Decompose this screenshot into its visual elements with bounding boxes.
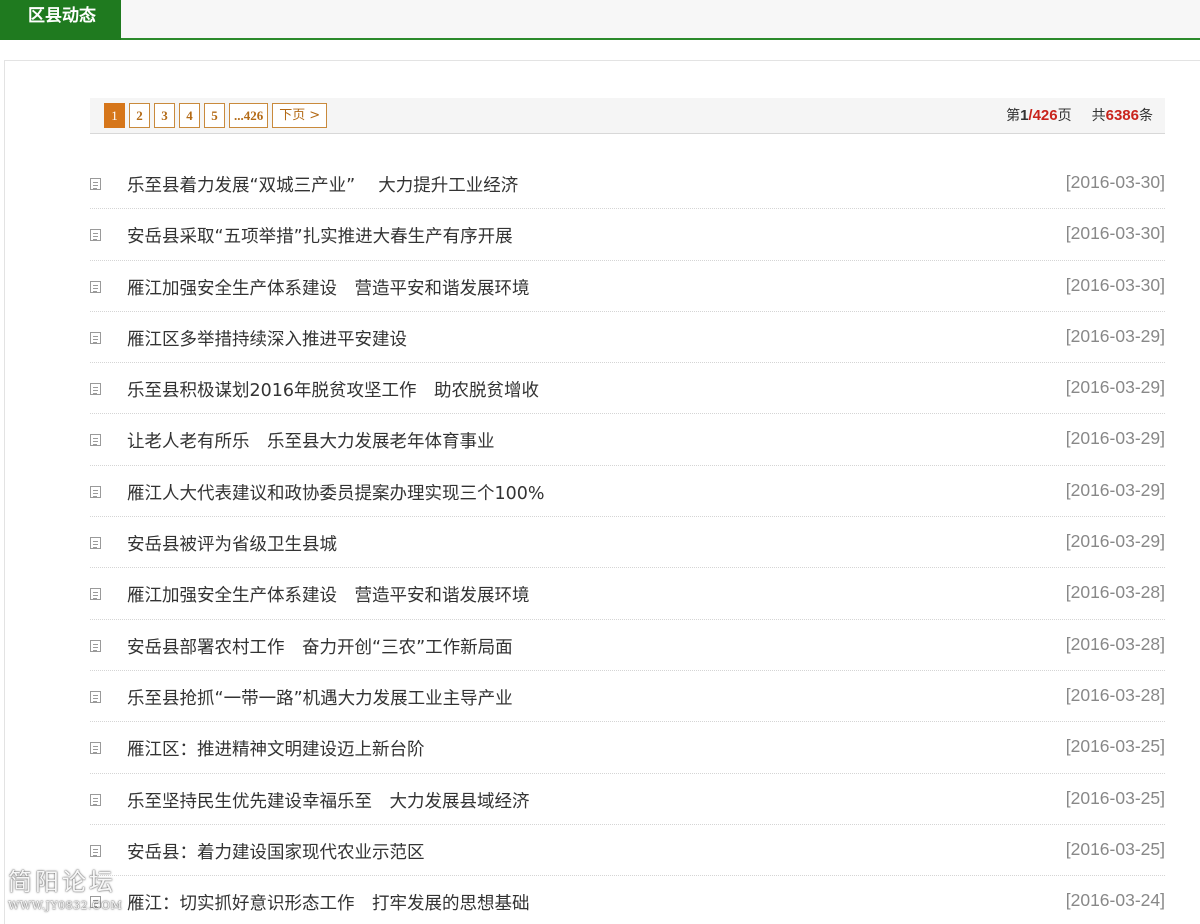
- news-title-link[interactable]: 雁江区多举措持续深入推进平安建设: [127, 326, 407, 351]
- page-link-5[interactable]: 5: [204, 103, 225, 128]
- site-watermark: 简阳论坛 WWW.JY0832.COM: [8, 862, 138, 924]
- news-date: [2016-03-30]: [1065, 172, 1165, 192]
- list-item: 乐至坚持民生优先建设幸福乐至 大力发展县域经济 [2016-03-25]: [90, 774, 1165, 825]
- news-date: [2016-03-28]: [1065, 582, 1165, 603]
- news-list: 乐至县着力发展“双城三产业” 大力提升工业经济 [2016-03-30] 安岳县采…: [90, 158, 1165, 924]
- document-icon: [90, 331, 101, 344]
- news-title-link[interactable]: 雁江区：推进精神文明建设迈上新台阶: [127, 736, 425, 761]
- section-title-tab[interactable]: 区县动态: [0, 0, 121, 40]
- news-title-link[interactable]: 安岳县：着力建设国家现代农业示范区: [127, 839, 425, 864]
- list-item: 雁江区多举措持续深入推进平安建设 [2016-03-29]: [90, 312, 1165, 364]
- list-item: 雁江：切实抓好意识形态工作 打牢发展的思想基础 [2016-03-24]: [90, 876, 1165, 924]
- document-icon: [90, 639, 101, 652]
- document-icon: [90, 742, 101, 755]
- news-title-link[interactable]: 雁江：切实抓好意识形态工作 打牢发展的思想基础: [127, 890, 530, 915]
- page-link-last[interactable]: ...426: [229, 103, 269, 128]
- list-item: 安岳县被评为省级卫生县城 [2016-03-29]: [90, 517, 1165, 569]
- page-link-3[interactable]: 3: [154, 103, 175, 128]
- document-icon: [90, 690, 101, 703]
- news-date: [2016-03-30]: [1065, 223, 1165, 244]
- news-title-link[interactable]: 安岳县部署农村工作 奋力开创“三农”工作新局面: [127, 634, 513, 659]
- document-icon: [90, 178, 101, 190]
- list-item: 雁江区：推进精神文明建设迈上新台阶 [2016-03-25]: [90, 722, 1165, 774]
- list-item: 雁江人大代表建议和政协委员提案办理实现三个100% [2016-03-29]: [90, 466, 1165, 518]
- page-link-1[interactable]: 1: [104, 103, 125, 128]
- news-title-link[interactable]: 雁江加强安全生产体系建设 营造平安和谐发展环境: [127, 275, 530, 300]
- pagination-bar: 1 2 3 4 5 ...426 下页 > 第1/426页 共6386条: [90, 98, 1165, 134]
- list-item: 让老人老有所乐 乐至县大力发展老年体育事业 [2016-03-29]: [90, 414, 1165, 466]
- top-bar: 区县动态: [0, 0, 1200, 40]
- list-item: 安岳县采取“五项举措”扎实推进大春生产有序开展 [2016-03-30]: [90, 209, 1165, 261]
- list-item: 安岳县部署农村工作 奋力开创“三农”工作新局面 [2016-03-28]: [90, 620, 1165, 671]
- next-page-button[interactable]: 下页 >: [272, 103, 328, 128]
- watermark-name: 简阳论坛: [8, 868, 116, 896]
- news-date: [2016-03-29]: [1065, 479, 1165, 500]
- watermark-url: WWW.JY0832.COM: [8, 899, 123, 912]
- total-prefix: 共: [1091, 108, 1106, 124]
- document-icon: [90, 793, 101, 806]
- news-title-link[interactable]: 乐至县抢抓“一带一路”机遇大力发展工业主导产业: [127, 685, 513, 710]
- next-page-label: 下页: [279, 108, 306, 123]
- chevron-right-icon: >: [309, 108, 321, 123]
- news-date: [2016-03-29]: [1065, 428, 1165, 449]
- news-title-link[interactable]: 乐至县着力发展“双城三产业” 大力提升工业经济: [127, 172, 518, 197]
- news-title-link[interactable]: 乐至县积极谋划2016年脱贫攻坚工作 助农脱贫增收: [127, 377, 539, 402]
- news-title-link[interactable]: 安岳县采取“五项举措”扎实推进大春生产有序开展: [127, 223, 513, 248]
- news-date: [2016-03-25]: [1065, 736, 1165, 757]
- pages-suffix: 页: [1057, 108, 1072, 124]
- document-icon: [90, 434, 101, 447]
- news-date: [2016-03-29]: [1065, 377, 1165, 398]
- document-icon: [90, 537, 101, 550]
- list-item: 乐至县抢抓“一带一路”机遇大力发展工业主导产业 [2016-03-28]: [90, 671, 1165, 723]
- document-icon: [90, 588, 101, 601]
- list-item: 安岳县：着力建设国家现代农业示范区 [2016-03-25]: [90, 825, 1165, 877]
- document-icon: [90, 485, 101, 498]
- news-date: [2016-03-28]: [1065, 633, 1165, 654]
- page-link-4[interactable]: 4: [179, 103, 200, 128]
- news-date: [2016-03-30]: [1065, 274, 1165, 295]
- list-item: 雁江加强安全生产体系建设 营造平安和谐发展环境 [2016-03-30]: [90, 261, 1165, 312]
- news-date: [2016-03-29]: [1065, 531, 1165, 552]
- document-icon: [90, 280, 101, 293]
- list-item: 乐至县着力发展“双城三产业” 大力提升工业经济 [2016-03-30]: [90, 158, 1165, 210]
- pagination-info: 第1/426页 共6386条: [1006, 98, 1153, 133]
- page-link-2[interactable]: 2: [129, 103, 150, 128]
- document-icon: [90, 844, 101, 857]
- page-prefix: 第: [1006, 108, 1021, 124]
- news-date: [2016-03-24]: [1065, 890, 1165, 911]
- news-date: [2016-03-25]: [1065, 838, 1165, 859]
- document-icon: [90, 383, 101, 396]
- document-icon: [90, 229, 101, 242]
- news-title-link[interactable]: 雁江加强安全生产体系建设 营造平安和谐发展环境: [127, 582, 530, 607]
- list-item: 雁江加强安全生产体系建设 营造平安和谐发展环境 [2016-03-28]: [90, 568, 1165, 620]
- news-date: [2016-03-28]: [1065, 684, 1165, 705]
- list-item: 乐至县积极谋划2016年脱贫攻坚工作 助农脱贫增收 [2016-03-29]: [90, 363, 1165, 415]
- items-suffix: 条: [1139, 108, 1153, 124]
- news-title-link[interactable]: 乐至坚持民生优先建设幸福乐至 大力发展县域经济: [127, 788, 530, 813]
- news-date: [2016-03-29]: [1065, 325, 1165, 346]
- total-items-number: 6386: [1105, 107, 1139, 124]
- page-links: 1 2 3 4 5 ...426 下页 >: [104, 103, 328, 128]
- news-title-link[interactable]: 雁江人大代表建议和政协委员提案办理实现三个100%: [127, 480, 545, 505]
- total-pages-number: 426: [1032, 107, 1058, 124]
- news-date: [2016-03-25]: [1065, 787, 1165, 808]
- news-title-link[interactable]: 安岳县被评为省级卫生县城: [127, 531, 337, 556]
- news-title-link[interactable]: 让老人老有所乐 乐至县大力发展老年体育事业: [127, 428, 495, 453]
